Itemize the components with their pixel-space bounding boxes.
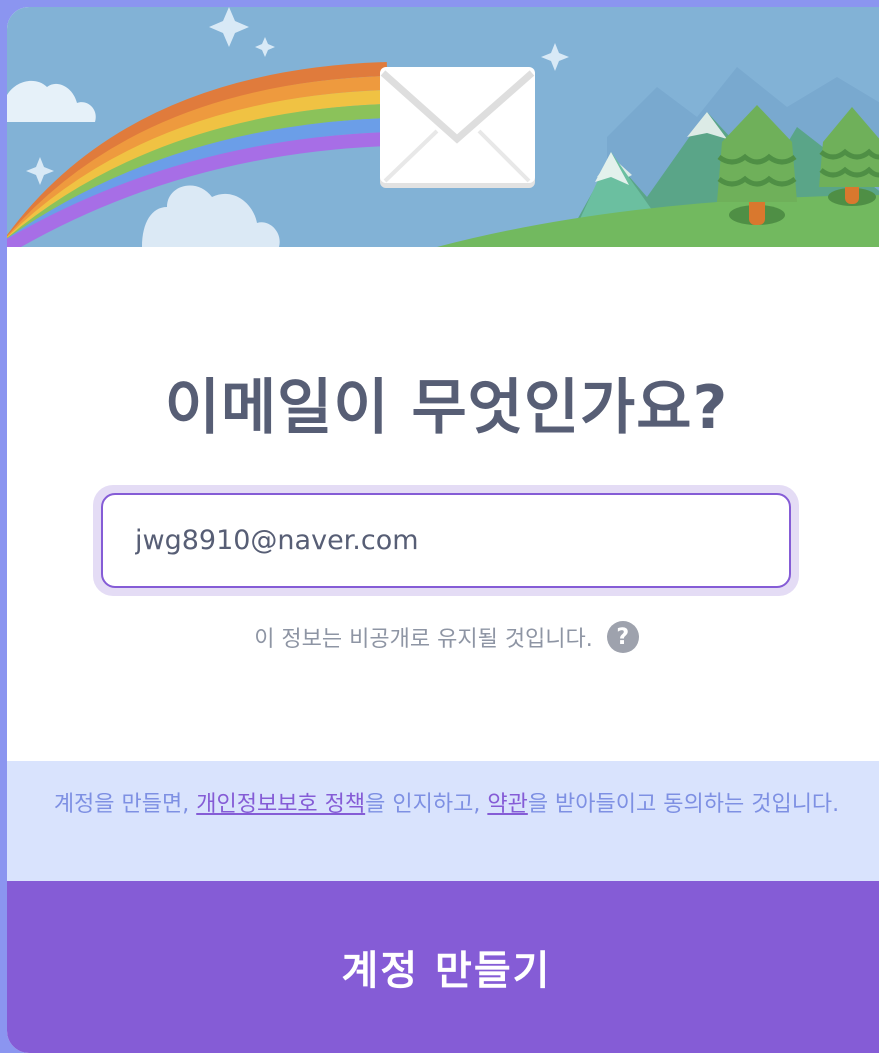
create-account-button[interactable]: 계정 만들기 [7, 881, 879, 1053]
signup-card: 이메일이 무엇인가요? 이 정보는 비공개로 유지될 것입니다. ? 계정을 만… [7, 7, 879, 1053]
privacy-note-text: 이 정보는 비공개로 유지될 것입니다. [254, 627, 593, 652]
page-title: 이메일이 무엇인가요? [164, 373, 729, 443]
question-circle-icon[interactable]: ? [606, 621, 639, 653]
terms-text-part3: 을 받아들이고 동의하는 것입니다. [527, 792, 840, 817]
envelope-icon [380, 67, 535, 188]
privacy-note: 이 정보는 비공개로 유지될 것입니다. ? [7, 619, 879, 655]
terms-text-part2: 을 인지하고, [365, 792, 488, 817]
email-field-focus-ring [93, 485, 799, 596]
terms-of-use-link[interactable]: 약관 [487, 792, 527, 817]
email-input[interactable] [101, 493, 791, 588]
email-banner-illustration [7, 7, 879, 247]
terms-text-part1: 계정을 만들면, [53, 792, 197, 817]
terms-notice: 계정을 만들면, 개인정보보호 정책을 인지하고, 약관을 받아들이고 동의하는… [7, 761, 879, 881]
privacy-policy-link[interactable]: 개인정보보호 정책 [196, 792, 365, 817]
